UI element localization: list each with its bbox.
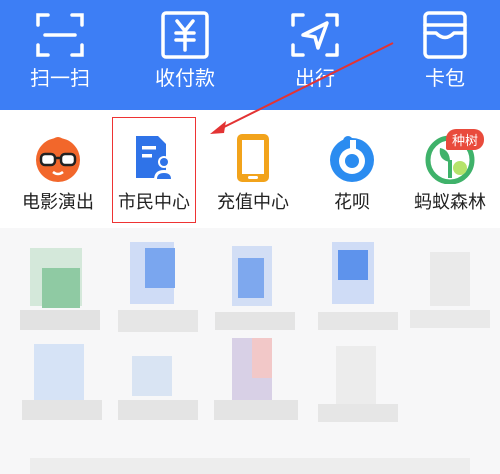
app-ant-forest-label: 蚂蚁森林 [414, 192, 486, 213]
app-movie-label: 电影演出 [22, 192, 94, 213]
app-recharge-label: 充值中心 [217, 192, 289, 213]
app-huabei-label: 花呗 [334, 192, 370, 213]
scan-icon [36, 13, 84, 57]
blurred-tile [238, 258, 264, 298]
card-wallet-button[interactable]: 卡包 [390, 0, 500, 110]
blurred-tile [318, 404, 398, 422]
travel-button[interactable]: 出行 [260, 0, 370, 110]
blurred-tile [42, 268, 80, 308]
travel-label: 出行 [295, 66, 335, 90]
payment-label: 收付款 [155, 66, 215, 90]
blurred-tile [338, 250, 368, 280]
card-wallet-icon [423, 11, 467, 59]
blurred-tile [410, 310, 490, 328]
app-huabei[interactable]: 花呗 [302, 110, 402, 228]
blurred-tile [30, 458, 470, 474]
payment-code-icon [161, 11, 209, 59]
scan-label: 扫一扫 [30, 66, 90, 90]
travel-arrow-icon [291, 13, 339, 57]
app-grid: 电影演出 市民中心 充值中心 花呗 蚂蚁森林 [0, 110, 500, 228]
app-recharge[interactable]: 充值中心 [203, 110, 303, 228]
blurred-tile [252, 338, 272, 378]
huabei-icon [330, 136, 374, 182]
blurred-tile [336, 346, 376, 404]
blurred-tile [318, 312, 398, 330]
card-wallet-label: 卡包 [425, 66, 465, 90]
blurred-tile [22, 400, 102, 420]
blurred-tile [118, 310, 198, 332]
blurred-app-area [0, 228, 500, 474]
payment-button[interactable]: 收付款 [130, 0, 240, 110]
blurred-tile [34, 344, 84, 400]
highlight-box [112, 117, 196, 223]
blurred-tile [430, 252, 470, 306]
blurred-tile [215, 312, 295, 330]
blurred-tile [132, 356, 172, 396]
scan-button[interactable]: 扫一扫 [5, 0, 115, 110]
blurred-tile [118, 400, 198, 420]
plant-tree-badge: 种树 [446, 129, 485, 150]
app-ant-forest[interactable]: 蚂蚁森林 [400, 110, 500, 228]
blurred-tile [145, 248, 175, 288]
blurred-tile [20, 310, 100, 330]
top-action-bar: 扫一扫 收付款 出行 卡包 [0, 0, 500, 110]
app-movie[interactable]: 电影演出 [8, 110, 108, 228]
blurred-tile [214, 400, 298, 420]
movie-mascot-icon [36, 137, 80, 182]
phone-recharge-icon [237, 134, 269, 182]
